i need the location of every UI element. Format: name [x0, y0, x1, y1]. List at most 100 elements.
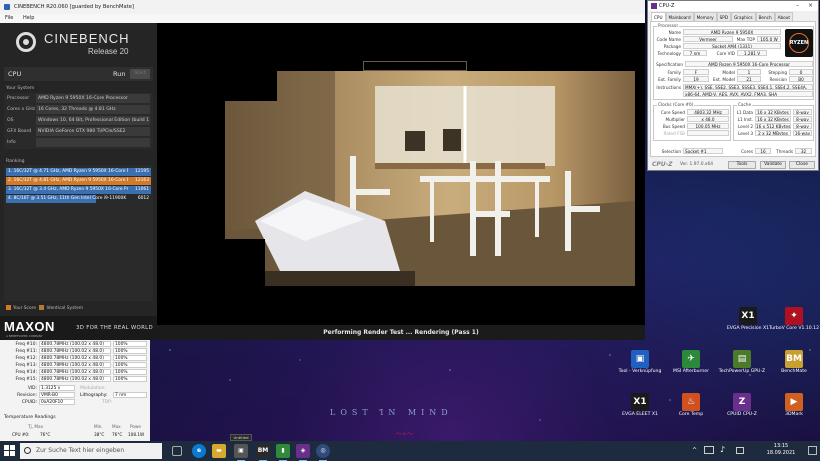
menu-help[interactable]: Help — [23, 15, 34, 21]
system-info-panel: Processor AMD Ryzen 9 5950X 16-Core Proc… — [4, 93, 153, 149]
cpuz-cpu-panel: Processor Name AMD Ryzen 9 5950X Code Na… — [650, 21, 816, 157]
file-explorer-icon[interactable]: ▬ — [212, 444, 226, 458]
temp-max: 76°C — [112, 432, 123, 437]
temp-header-tjmax: Tj, Max — [28, 424, 44, 429]
validate-button[interactable]: Validate — [760, 161, 786, 169]
ranking-name: 3. 16C/32T @ 3.4 GHz, AMD Ryzen 9 5950X … — [8, 187, 128, 192]
msi-afterburner-icon: ✈ — [682, 350, 700, 368]
freq-label: Freq #13: — [15, 363, 37, 368]
l1-inst-way: 8-way — [793, 116, 812, 122]
system-row: Cores x GHz 16 Cores, 32 Threads @ 4.81 … — [4, 104, 153, 115]
network-icon[interactable] — [704, 446, 714, 454]
cpuz-titlebar[interactable]: CPU-Z – × — [648, 1, 818, 11]
instructions-line-2: x86-64, AMD-V, AES, AVX, AVX2, FMA3, SHA — [683, 91, 813, 97]
cpuz-taskbar-icon[interactable]: ◈ — [296, 444, 310, 461]
chevron-up-icon[interactable]: ^ — [692, 447, 697, 454]
ranking-name: 4. 8C/16T @ 3.51 GHz, 11th Gen Intel Cor… — [8, 196, 127, 201]
start-button[interactable]: Start — [130, 69, 150, 79]
processor-group-label: Processor — [657, 23, 680, 28]
unrendered-tile — [225, 71, 277, 101]
logo-release: Release 20 — [88, 47, 129, 56]
desktop-icon-msi-afterburner[interactable]: ✈ MSI Afterburner — [665, 350, 717, 375]
edge-icon[interactable]: e — [192, 444, 206, 458]
benchmate-taskbar-icon[interactable]: BM — [256, 444, 270, 461]
cinebench-logo-icon — [16, 32, 36, 52]
lithography-label: Lithography: — [80, 393, 108, 398]
system-row: Info — [4, 137, 153, 148]
ryzen-badge-text: RYZEN — [789, 40, 809, 46]
tdp-label: TDP: — [102, 400, 113, 405]
minimize-icon[interactable]: – — [796, 1, 799, 11]
l1-inst-value: 16 x 32 KBytes — [755, 116, 791, 122]
task-view-icon[interactable] — [172, 446, 182, 456]
ranking-name: 1. 16C/32T @ 4.71 GHz, AMD Ryzen 9 5950X… — [8, 169, 128, 174]
close-button[interactable]: Close — [789, 161, 815, 169]
start-button[interactable] — [4, 445, 16, 457]
rated-fsb-value — [687, 130, 729, 136]
threads-label: Threads — [776, 149, 793, 154]
room-scene — [225, 71, 635, 286]
menu-file[interactable]: File — [5, 15, 13, 21]
temp-header-power: Powe — [130, 424, 141, 429]
temperature-heading: Temperature Readings — [4, 415, 56, 420]
taskbar-search[interactable]: Zur Suche Text hier eingeben — [20, 443, 162, 459]
desktop-icon-label: CPUID CPU-Z — [727, 412, 757, 417]
cpuz-brand: CPU-Z — [652, 161, 673, 168]
desktop-icon-3dmark[interactable]: ▶ 3DMark — [768, 393, 820, 418]
desktop-icon-evga-eleet[interactable]: X1 EVGA ELEET X1 — [614, 393, 666, 418]
bus-speed-label: Bus Speed — [662, 124, 685, 129]
system-key: GFX Board — [7, 129, 32, 134]
selection-dropdown[interactable]: Socket #1 — [683, 148, 723, 154]
multiplier-label: Multiplier — [665, 117, 685, 122]
keyboard-icon[interactable] — [736, 447, 744, 454]
name-label: Name — [668, 30, 681, 35]
cpu-test-row: CPU Run Start — [4, 67, 153, 81]
desktop-icon-evga-precision[interactable]: X1 EVGA Precision X1 — [722, 307, 774, 332]
cinebench-sidebar: CINEBENCH Release 20 CPU Run Start Your … — [0, 23, 157, 340]
revision-value: VMR-B0 — [39, 392, 75, 398]
level-3-value: 2 x 32 MBytes — [755, 130, 791, 136]
3dmark-icon: ▶ — [785, 393, 803, 411]
terminal-icon[interactable]: ▮ — [276, 444, 290, 461]
cinebench-app-icon — [4, 4, 10, 10]
cpuz-tabs: CPU Mainboard Memory SPD Graphics Bench About — [651, 12, 794, 22]
stepping-label: Stepping — [768, 70, 787, 75]
desktop-icon-benchmate[interactable]: BM BenchMate — [768, 350, 820, 375]
core-speed-value: 4803.32 MHz — [687, 109, 729, 115]
notifications-icon[interactable] — [808, 446, 817, 455]
cinebench-titlebar[interactable]: CINEBENCH R20.060 [guarded by BenchMate] — [0, 0, 645, 14]
core-vid-label: Core VID — [716, 51, 735, 56]
ranking-row-current[interactable]: 2. 16C/32T @ 4.81 GHz, AMD Ryzen 9 5950X… — [6, 177, 151, 185]
system-key: Info — [7, 140, 16, 145]
app-icon[interactable]: ▣ — [234, 444, 248, 461]
desktop-icon-turbov[interactable]: ✦ TurboV Core V1.10.12 — [768, 307, 820, 332]
system-key: Processor — [7, 96, 30, 101]
cpu-name-value: AMD Ryzen 9 5950X — [683, 29, 781, 35]
stepping-value: 0 — [789, 69, 813, 75]
system-value[interactable] — [36, 138, 150, 147]
window-title: CINEBENCH R20.060 [guarded by BenchMate] — [14, 4, 134, 10]
vid-value: 1.3125 v — [39, 385, 75, 391]
system-value: 16 Cores, 32 Threads @ 4.81 GHz — [36, 105, 150, 114]
desktop-icon-label: BenchMate — [781, 369, 807, 374]
ranking-score: 11061 — [135, 187, 149, 192]
volume-icon[interactable]: ♪ — [720, 445, 725, 454]
ranking-row[interactable]: 4. 8C/16T @ 3.51 GHz, 11th Gen Intel Cor… — [6, 195, 151, 203]
ranking-row[interactable]: 3. 16C/32T @ 3.4 GHz, AMD Ryzen 9 5950X … — [6, 186, 151, 194]
desktop-icon-tool[interactable]: ▣ Tool - Verknüpfung — [614, 350, 666, 375]
clock-date: 18.09.2021 — [766, 450, 796, 456]
desktop-icon-cpuz[interactable]: Z CPUID CPU-Z — [716, 393, 768, 418]
hwinfo-taskbar-icon[interactable]: ◎ — [316, 444, 330, 461]
ranking-row[interactable]: 1. 16C/32T @ 4.71 GHz, AMD Ryzen 9 5950X… — [6, 168, 151, 176]
temperature-header: Tj, Max Min. Max. Powe — [0, 424, 150, 431]
desktop-icon-gpuz[interactable]: ▤ TechPowerUp GPU-Z — [716, 350, 768, 375]
system-value: NVIDIA GeForce GTX 980 Ti/PCIe/SSE2 — [36, 127, 150, 136]
desktop-icon-label: TurboV Core V1.10.12 — [768, 326, 819, 331]
desktop-icon-core-temp[interactable]: ♨ Core Temp — [665, 393, 717, 418]
technology-label: Technology — [657, 51, 681, 56]
freq-row: Freq #12: 4800.78MHz (100.02 x 48.0) 100… — [0, 355, 150, 362]
taskbar-clock[interactable]: 13:15 18.09.2021 — [758, 443, 804, 457]
tools-button[interactable]: Tools — [728, 161, 756, 169]
freq-value: 4800.78MHz (100.02 x 48.0) — [39, 376, 111, 382]
close-icon[interactable]: × — [808, 1, 813, 11]
